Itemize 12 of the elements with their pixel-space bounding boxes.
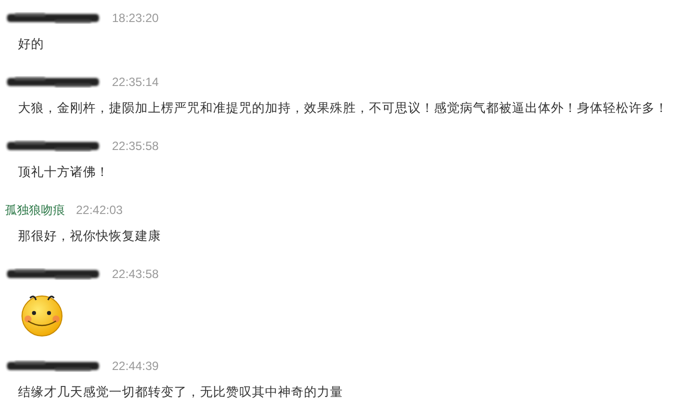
message-text: 结缘才几天感觉一切都转变了，无比赞叹其中神奇的力量 [18,383,344,401]
message-time: 22:44:39 [112,359,159,373]
message-time: 18:23:20 [112,11,159,25]
message-time: 22:35:58 [112,139,159,153]
message-time: 22:42:03 [76,203,123,217]
message-text: 好的 [18,35,45,53]
message-text: 大狼，金刚杵，捷陨加上楞严咒和准提咒的加持，效果殊胜，不可思议！感觉病气都被逼出体外！身体轻松许多！ [18,99,669,117]
message-text: 顶礼十方诸佛！ [18,163,110,181]
message-time: 22:43:58 [112,267,159,281]
message-text: 那很好，祝你快恢复建康 [18,227,162,245]
sender-name: 孤独狼吻痕 [5,202,65,218]
message-time: 22:35:14 [112,75,159,89]
